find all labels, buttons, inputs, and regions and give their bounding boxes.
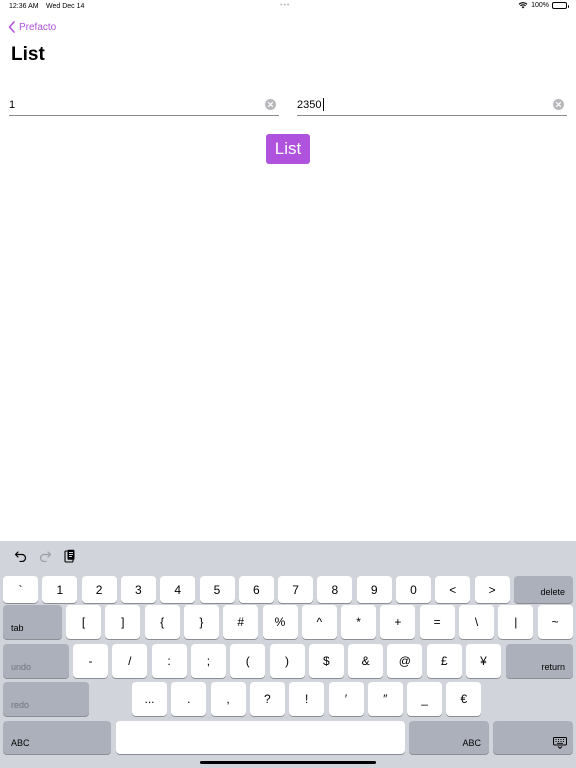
key[interactable]: - [73,644,108,678]
undo-key[interactable]: undo [3,644,69,678]
key[interactable]: > [474,576,510,603]
status-date: Wed Dec 14 [46,3,85,10]
chevron-left-icon [8,21,15,33]
tab-key[interactable]: tab [3,605,62,639]
key[interactable]: 6 [238,576,274,603]
status-time: 12:36 AM [9,3,39,10]
key[interactable]: ... [132,682,167,716]
key[interactable]: ^ [301,605,337,639]
battery-percent: 100% [531,2,549,9]
key[interactable]: 9 [356,576,392,603]
key[interactable]: [ [66,605,101,639]
key[interactable]: = [419,605,455,639]
clear-icon[interactable] [553,99,564,110]
keyboard: ` 1 2 3 4 5 6 7 8 9 0 < > []{} #% ^ * + = \ | ~ - /:;() $ & @ £ ¥...… [0,541,576,768]
key[interactable]: } [183,605,219,639]
first-number-input[interactable] [9,95,249,115]
key[interactable]: : [151,644,187,678]
key[interactable]: & [348,644,384,678]
key[interactable]: < [435,576,471,603]
back-label: Prefacto [19,21,57,33]
key[interactable]: € [446,682,482,716]
redo-key[interactable]: redo [3,682,89,716]
key[interactable]: { [144,605,180,639]
key[interactable]: . [171,682,207,716]
key[interactable]: ′ [328,682,364,716]
status-bar: 12:36 AM Wed Dec 14 ••• 100% [0,0,576,14]
screen: 12:36 AM Wed Dec 14 ••• 100% Prefacto Li… [0,0,576,768]
key[interactable]: 0 [396,576,431,603]
key[interactable]: 4 [160,576,196,603]
abc-key-right[interactable]: ABC [409,721,489,754]
key[interactable]: 1 [42,576,78,603]
key[interactable]: _ [407,682,443,716]
dismiss-keyboard-key[interactable] [493,721,573,754]
key[interactable]: ″ [367,682,403,716]
key[interactable]: 2 [81,576,117,603]
key[interactable]: \ [459,605,494,639]
clear-icon[interactable] [265,99,276,110]
key[interactable]: , [210,682,246,716]
key[interactable]: + [380,605,416,639]
status-right: 100% [518,2,569,9]
second-number-field[interactable] [297,95,567,116]
abc-key-left[interactable]: ABC [3,721,111,754]
undo-icon[interactable] [13,549,27,563]
delete-key[interactable]: delete [514,576,573,603]
battery-icon [552,2,569,9]
key[interactable]: ] [105,605,141,639]
key[interactable]: | [498,605,534,639]
space-key[interactable] [116,721,405,754]
key[interactable]: # [223,605,259,639]
key[interactable]: ¥ [466,644,501,678]
keyboard-dismiss-icon [553,737,567,749]
key[interactable]: ~ [537,605,573,639]
key[interactable]: % [262,605,298,639]
page-title: List [11,44,45,65]
key[interactable]: $ [308,644,344,678]
key[interactable]: ; [190,644,226,678]
key[interactable]: 8 [317,576,353,603]
second-number-input[interactable] [297,95,537,115]
text-cursor [323,98,324,111]
first-number-field[interactable] [9,95,279,116]
key[interactable]: £ [426,644,462,678]
key[interactable]: ` [3,576,38,603]
key[interactable]: * [341,605,377,639]
key[interactable]: 3 [120,576,156,603]
paste-icon[interactable] [63,549,77,563]
keyboard-shortcut-bar [0,541,576,573]
key[interactable]: ? [249,682,285,716]
wifi-icon [518,2,528,9]
back-button[interactable]: Prefacto [8,21,56,33]
key[interactable]: 5 [199,576,235,603]
home-indicator[interactable] [200,761,376,764]
redo-icon[interactable] [38,549,52,563]
key[interactable]: ) [269,644,305,678]
list-button[interactable]: List [266,134,310,164]
key[interactable]: 7 [278,576,314,603]
multitasking-dots-icon[interactable]: ••• [280,2,290,9]
key[interactable]: ! [289,682,325,716]
key[interactable]: / [112,644,148,678]
return-key[interactable]: return [506,644,573,678]
key[interactable]: @ [387,644,423,678]
key[interactable]: ( [230,644,266,678]
